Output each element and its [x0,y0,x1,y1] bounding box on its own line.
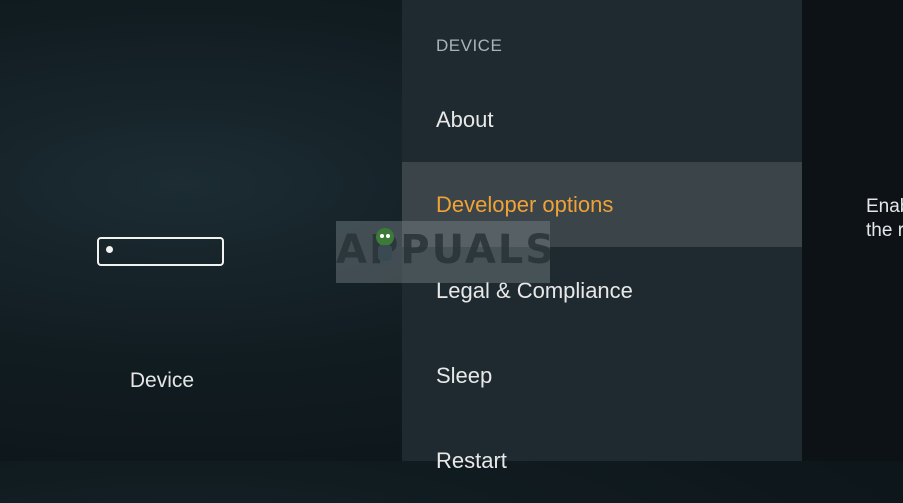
mascot-icon [376,228,394,261]
menu-item-sleep[interactable]: Sleep [402,333,802,418]
appuals-watermark: APPUALS [336,221,550,283]
device-led-icon [106,246,113,253]
description-line-1: Enab [866,196,903,217]
description-text: Enab the r [866,195,903,243]
description-panel: Enab the r [802,0,903,461]
watermark-logo-text: APPUALS [336,227,550,273]
description-line-2: the r [866,220,903,241]
menu-section-header: DEVICE [436,36,503,55]
category-label: Device [129,369,195,392]
fire-tv-device-icon [97,237,224,266]
menu-item-about[interactable]: About [402,77,802,162]
